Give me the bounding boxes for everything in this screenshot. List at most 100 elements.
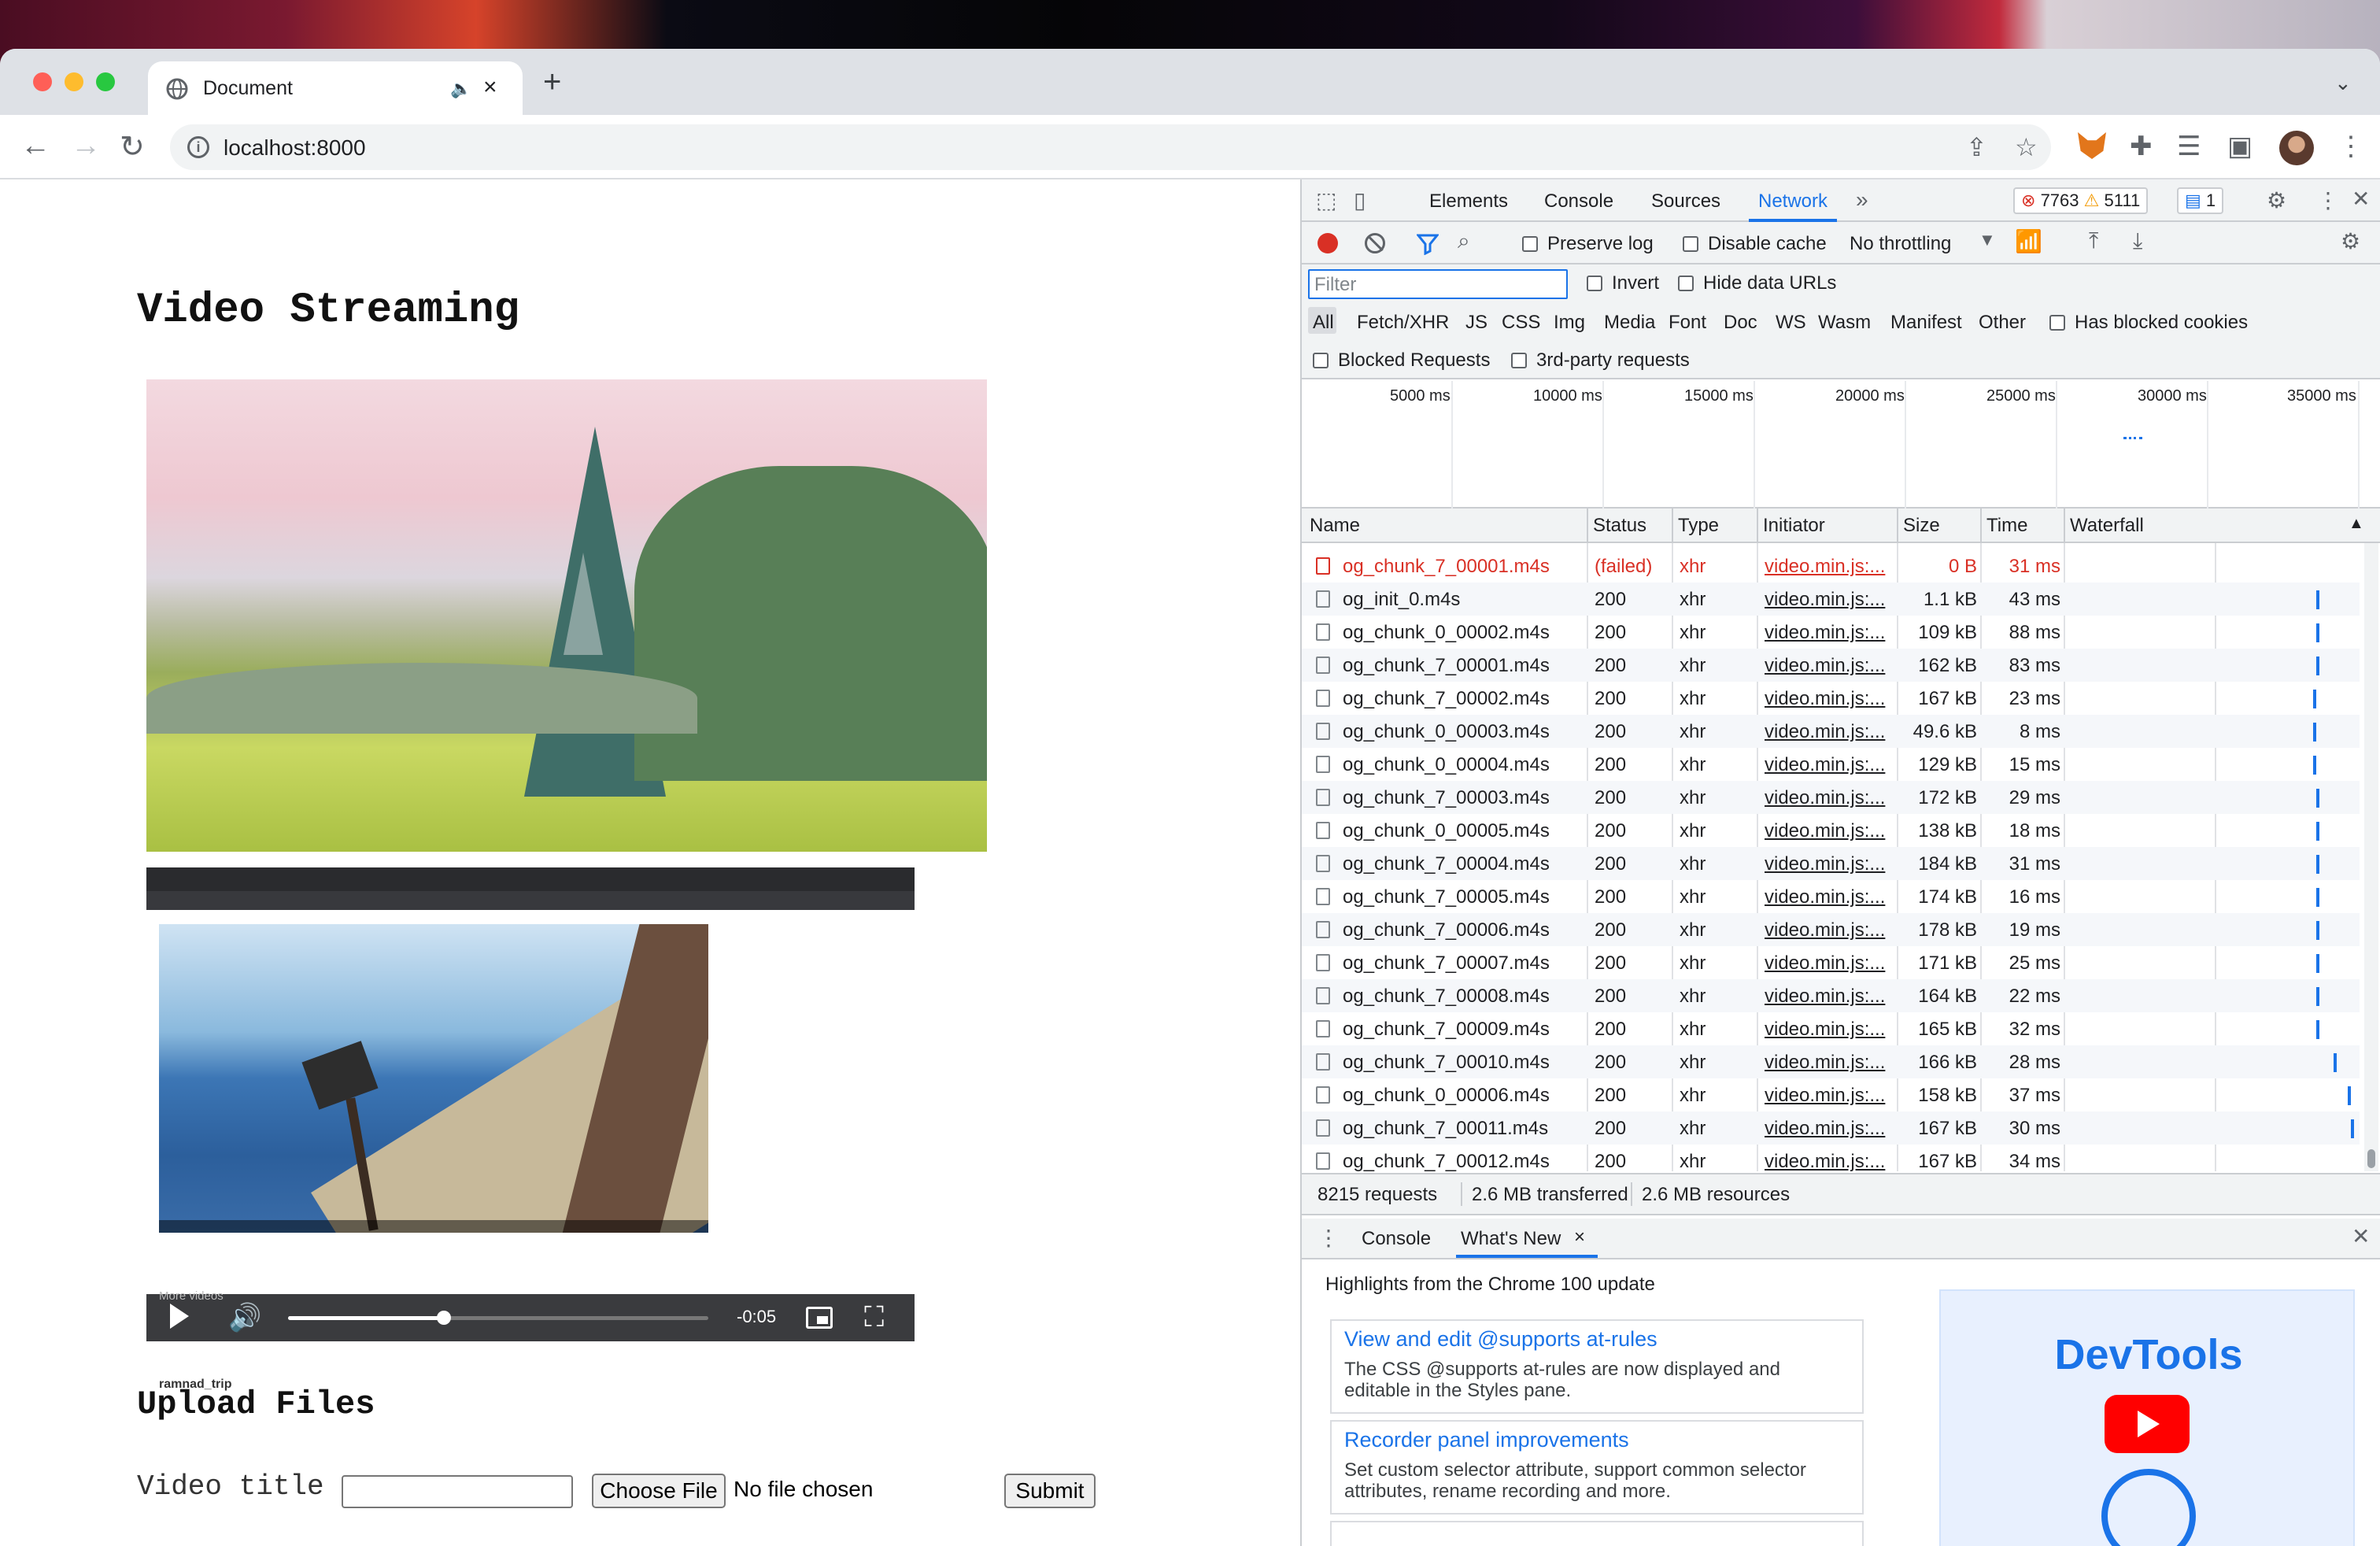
table-row[interactable]: og_init_0.m4s 200 xhr video.min.js:... 1.1 k… <box>1302 583 2360 616</box>
type-filter-img[interactable]: Img <box>1554 312 1585 334</box>
error-warning-badge[interactable]: ⊗ 7763 ⚠ 5111 <box>2013 187 2149 214</box>
request-initiator[interactable]: video.min.js:... <box>1765 853 1894 875</box>
tab-search-chevron-icon[interactable]: ⌄ <box>2334 71 2352 95</box>
network-overview-timeline[interactable]: 5000 ms 10000 ms 15000 ms 20000 ms 25000… <box>1302 381 2380 509</box>
type-filter-manifest[interactable]: Manifest <box>1890 312 1962 334</box>
hide-data-urls-checkbox[interactable] <box>1678 276 1694 291</box>
search-icon[interactable]: ⌕ <box>1458 228 1470 254</box>
table-row[interactable]: og_chunk_0_00005.m4s 200 xhr video.min.js:.… <box>1302 814 2360 847</box>
col-waterfall[interactable]: Waterfall <box>2070 515 2144 537</box>
side-panel-icon[interactable]: ▣ <box>2227 131 2252 162</box>
reload-icon[interactable]: ↻ <box>120 129 145 165</box>
col-type[interactable]: Type <box>1678 515 1719 537</box>
type-filter-doc[interactable]: Doc <box>1724 312 1757 334</box>
request-initiator[interactable]: video.min.js:... <box>1765 721 1894 743</box>
table-row[interactable]: og_chunk_7_00003.m4s 200 xhr video.min.js:.… <box>1302 781 2360 814</box>
table-row[interactable]: og_chunk_7_00010.m4s 200 xhr video.min.js:.… <box>1302 1045 2360 1078</box>
kebab-menu-icon[interactable]: ⋮ <box>2338 131 2364 162</box>
devtools-menu-icon[interactable]: ⋮ <box>2317 187 2339 213</box>
filter-funnel-icon[interactable] <box>1417 233 1439 255</box>
col-size[interactable]: Size <box>1903 515 1940 537</box>
invert-checkbox[interactable] <box>1587 276 1602 291</box>
seek-thumb[interactable] <box>436 1311 451 1325</box>
col-status[interactable]: Status <box>1593 515 1646 537</box>
media-queue-icon[interactable]: ☰ <box>2177 131 2201 162</box>
filter-input[interactable]: Filter <box>1308 269 1568 299</box>
table-row[interactable]: og_chunk_0_00004.m4s 200 xhr video.min.js:.… <box>1302 748 2360 781</box>
sort-ascending-icon[interactable]: ▲ <box>2349 515 2364 533</box>
table-row[interactable]: og_chunk_7_00004.m4s 200 xhr video.min.js:.… <box>1302 847 2360 880</box>
request-initiator[interactable]: video.min.js:... <box>1765 556 1894 578</box>
address-bar[interactable]: i localhost:8000 ⇪ ☆ <box>170 124 2051 170</box>
disable-cache-checkbox[interactable] <box>1683 236 1698 252</box>
table-row[interactable]: og_chunk_7_00009.m4s 200 xhr video.min.js:.… <box>1302 1012 2360 1045</box>
request-initiator[interactable]: video.min.js:... <box>1765 1085 1894 1107</box>
type-filter-js[interactable]: JS <box>1465 312 1488 334</box>
clear-icon[interactable] <box>1365 233 1385 253</box>
preserve-log-checkbox[interactable] <box>1522 236 1538 252</box>
devtools-promo-video[interactable]: DevTools <box>1939 1289 2355 1546</box>
type-filter-css[interactable]: CSS <box>1502 312 1540 334</box>
table-row[interactable]: og_chunk_0_00003.m4s 200 xhr video.min.js:.… <box>1302 715 2360 748</box>
table-row[interactable]: og_chunk_7_00001.m4s 200 xhr video.min.js:.… <box>1302 649 2360 682</box>
throttling-select[interactable]: No throttling <box>1850 233 1951 255</box>
type-filter-font[interactable]: Font <box>1669 312 1706 334</box>
metamask-fox-icon[interactable] <box>2078 132 2106 159</box>
has-blocked-cookies-checkbox[interactable] <box>2049 315 2065 331</box>
back-arrow-icon[interactable]: ← <box>20 129 50 163</box>
type-filter-ws[interactable]: WS <box>1776 312 1806 334</box>
export-har-icon[interactable]: ⤓ <box>2133 228 2142 254</box>
settings-gear-icon[interactable]: ⚙ <box>2267 187 2286 213</box>
dropdown-caret-icon[interactable]: ▼ <box>1979 230 1996 250</box>
inspect-element-icon[interactable]: ⬚ <box>1316 187 1336 213</box>
video-player-2[interactable]: ramnad_trip <box>146 867 915 1391</box>
youtube-play-icon[interactable] <box>2105 1395 2190 1453</box>
message-badge[interactable]: ▤ 1 <box>2177 187 2224 214</box>
request-initiator[interactable]: video.min.js:... <box>1765 589 1894 611</box>
request-initiator[interactable]: video.min.js:... <box>1765 886 1894 908</box>
tab-console[interactable]: Console <box>1544 190 1613 213</box>
video-title-input[interactable] <box>342 1475 573 1508</box>
request-initiator[interactable]: video.min.js:... <box>1765 986 1894 1008</box>
col-name[interactable]: Name <box>1310 515 1360 537</box>
request-initiator[interactable]: video.min.js:... <box>1765 688 1894 710</box>
profile-avatar[interactable] <box>2279 131 2314 165</box>
request-initiator[interactable]: video.min.js:... <box>1765 754 1894 776</box>
video-player-1[interactable] <box>146 379 987 852</box>
import-har-icon[interactable]: ⤒ <box>2089 228 2098 254</box>
table-row[interactable]: og_chunk_0_00006.m4s 200 xhr video.min.js:.… <box>1302 1078 2360 1111</box>
table-row[interactable]: og_chunk_7_00008.m4s 200 xhr video.min.js:.… <box>1302 979 2360 1012</box>
request-table-body[interactable]: og_chunk_7_00001.m4s (failed) xhr video.min… <box>1302 543 2380 1171</box>
col-time[interactable]: Time <box>1986 515 2027 537</box>
table-row[interactable]: og_chunk_7_00006.m4s 200 xhr video.min.js:.… <box>1302 913 2360 946</box>
table-row[interactable]: og_chunk_7_00005.m4s 200 xhr video.min.js:.… <box>1302 880 2360 913</box>
close-whats-new-icon[interactable]: × <box>1574 1226 1585 1248</box>
table-scrollbar[interactable] <box>2364 543 2378 1171</box>
request-initiator[interactable]: video.min.js:... <box>1765 919 1894 941</box>
request-initiator[interactable]: video.min.js:... <box>1765 787 1894 809</box>
type-filter-all[interactable]: All <box>1313 312 1334 334</box>
drawer-tab-whats-new[interactable]: What's New <box>1461 1228 1561 1250</box>
share-icon[interactable]: ⇪ <box>1966 132 1987 162</box>
scrollbar-thumb[interactable] <box>2367 1149 2375 1168</box>
tab-network[interactable]: Network <box>1758 190 1828 213</box>
table-row[interactable]: og_chunk_7_00001.m4s (failed) xhr video.min… <box>1302 549 2360 583</box>
request-initiator[interactable]: video.min.js:... <box>1765 1151 1894 1171</box>
more-tabs-chevron-icon[interactable]: » <box>1856 187 1868 213</box>
network-conditions-icon[interactable]: 📶 <box>2015 228 2042 254</box>
request-initiator[interactable]: video.min.js:... <box>1765 622 1894 644</box>
col-initiator[interactable]: Initiator <box>1763 515 1825 537</box>
new-tab-button[interactable]: + <box>543 65 561 100</box>
choose-file-button[interactable]: Choose File <box>592 1474 726 1508</box>
submit-button[interactable]: Submit <box>1004 1474 1096 1508</box>
table-row[interactable]: og_chunk_0_00002.m4s 200 xhr video.min.js:.… <box>1302 616 2360 649</box>
whats-new-card[interactable]: Recorder panel improvements Set custom s… <box>1330 1420 1864 1515</box>
volume-icon[interactable]: 🔊 <box>228 1302 261 1333</box>
table-row[interactable]: og_chunk_7_00012.m4s 200 xhr video.min.js:.… <box>1302 1145 2360 1171</box>
card-title[interactable]: View and edit @supports at-rules <box>1344 1327 1658 1352</box>
request-initiator[interactable]: video.min.js:... <box>1765 952 1894 975</box>
whats-new-card-partial[interactable] <box>1330 1521 1864 1546</box>
request-initiator[interactable]: video.min.js:... <box>1765 1052 1894 1074</box>
maximize-window-button[interactable] <box>96 72 115 91</box>
type-filter-other[interactable]: Other <box>1979 312 2026 334</box>
